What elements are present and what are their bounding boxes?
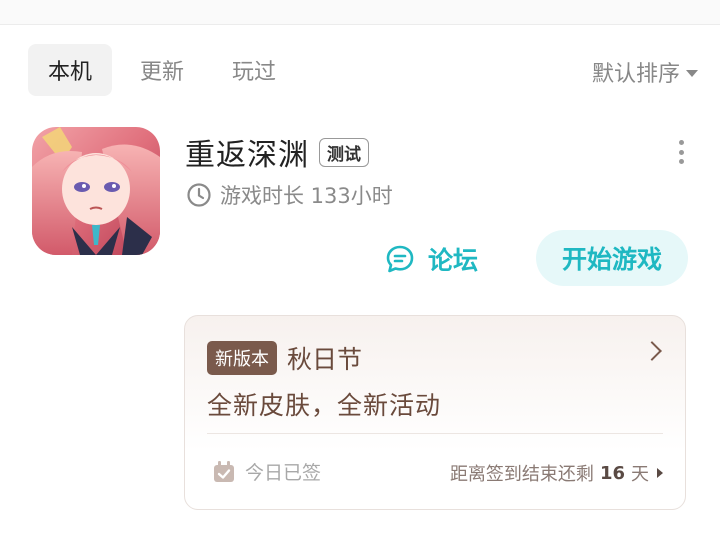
more-dot-icon	[678, 149, 684, 155]
more-dot-icon	[678, 140, 684, 145]
event-name: 秋日节	[287, 345, 363, 374]
game-title[interactable]: 重返深渊	[185, 130, 309, 174]
remaining-unit: 天	[631, 464, 649, 485]
remaining-prefix: 距离签到结束还剩	[449, 464, 594, 485]
event-description: 全新皮肤，全新活动	[207, 391, 442, 420]
tab-played[interactable]: 玩过	[212, 44, 296, 96]
test-badge: 测试	[319, 137, 369, 167]
game-artwork-image	[32, 127, 160, 255]
new-version-badge: 新版本	[207, 341, 277, 375]
game-library-page: 本机 更新 玩过 默认排序 重返深渊 测试 游戏时长 133小时 论坛 开始游戏…	[0, 0, 720, 538]
forum-button[interactable]: 论坛	[384, 236, 478, 282]
playtime-row: 游戏时长 133小时	[186, 180, 393, 210]
checkin-label: 今日已签	[245, 462, 322, 484]
filter-tabs: 本机 更新 玩过	[28, 44, 304, 96]
game-icon[interactable]	[32, 127, 160, 255]
tab-local[interactable]: 本机	[28, 44, 113, 96]
event-divider	[207, 433, 663, 434]
top-bar	[0, 0, 720, 25]
tab-updates[interactable]: 更新	[120, 44, 204, 96]
event-card[interactable]: 新版本 秋日节 全新皮肤，全新活动 今日已签 距离签到结束还剩 16 天	[184, 315, 686, 510]
chevron-right-icon[interactable]	[642, 341, 662, 361]
caret-down-icon	[686, 69, 698, 77]
sort-dropdown[interactable]: 默认排序	[592, 56, 698, 88]
more-options-button[interactable]	[676, 140, 686, 164]
sort-label: 默认排序	[591, 62, 680, 87]
remaining-days-count: 16	[599, 462, 625, 484]
game-title-row: 重返深渊 测试	[185, 130, 369, 174]
more-dot-icon	[678, 159, 684, 164]
remaining-days[interactable]: 距离签到结束还剩 16 天	[450, 460, 663, 486]
calendar-check-icon	[214, 460, 234, 482]
playtime-text: 游戏时长 133小时	[220, 184, 393, 208]
clock-icon	[187, 183, 211, 207]
event-header: 新版本 秋日节	[207, 340, 362, 376]
checkin-status: 今日已签	[211, 458, 321, 485]
forum-label: 论坛	[428, 246, 479, 275]
forum-chat-icon	[386, 245, 414, 273]
triangle-right-icon	[657, 468, 663, 478]
start-game-button[interactable]: 开始游戏	[536, 230, 688, 286]
